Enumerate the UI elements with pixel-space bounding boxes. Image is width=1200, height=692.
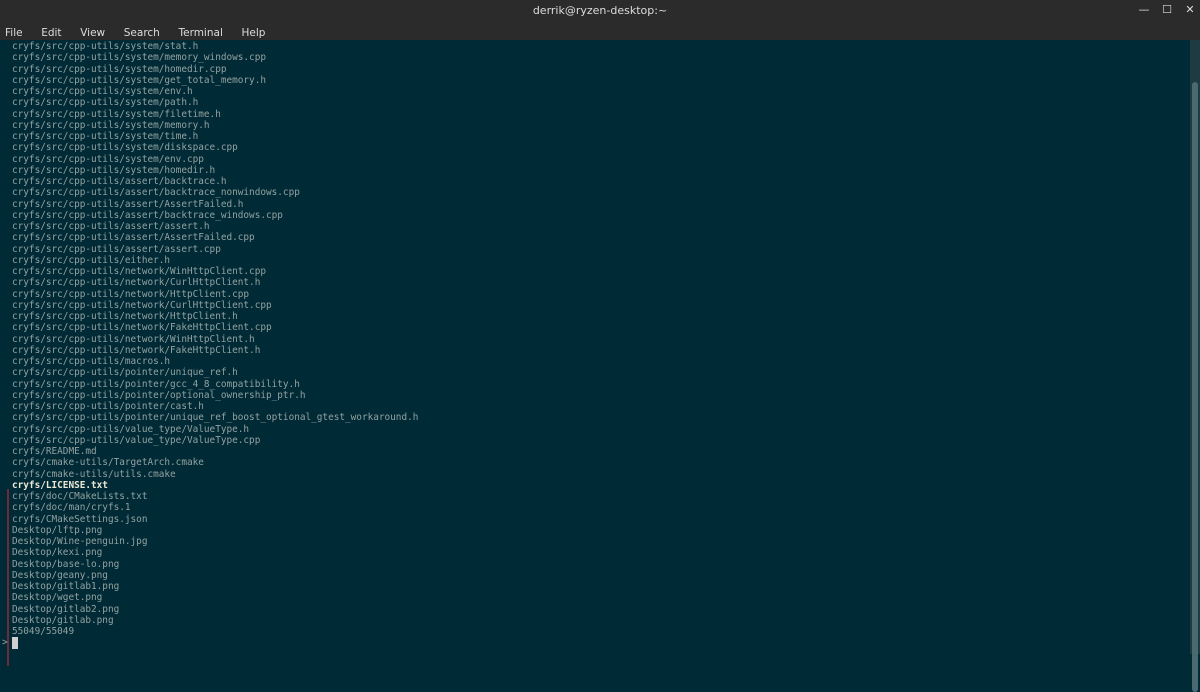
file-list-line: cryfs/src/cpp-utils/pointer/unique_ref_b… <box>12 412 419 424</box>
file-list-line: cryfs/src/cpp-utils/assert/backtrace.h <box>12 176 227 187</box>
file-list-line: cryfs/README.md <box>12 446 97 457</box>
scrollbar-thumb[interactable] <box>1192 82 1198 692</box>
prompt-symbol: > <box>2 637 8 648</box>
file-list-line: cryfs/src/cpp-utils/pointer/cast.h <box>12 401 204 412</box>
file-list-line: cryfs/src/cpp-utils/pointer/unique_ref.h <box>12 367 238 379</box>
file-list-line: Desktop/wget.png <box>12 592 103 604</box>
file-list-line: cryfs/src/cpp-utils/network/WinHttpClien… <box>12 333 255 345</box>
maximize-icon[interactable]: ☐ <box>1159 2 1175 18</box>
file-list-line: cryfs/src/cpp-utils/system/filetime.h <box>12 108 221 120</box>
file-list-line: cryfs/cmake-utils/TargetArch.cmake <box>12 457 204 469</box>
file-list-line: Desktop/base-lo.png <box>12 558 120 570</box>
file-list-line: cryfs/CMakeSettings.json <box>12 513 148 525</box>
file-list-line: cryfs/src/cpp-utils/system/memory_window… <box>12 52 266 64</box>
file-list-line: cryfs/src/cpp-utils/assert/AssertFailed.… <box>12 198 244 210</box>
menu-file[interactable]: File <box>5 24 23 39</box>
file-list-line: cryfs/src/cpp-utils/system/path.h <box>12 97 199 109</box>
window-title: derrik@ryzen-desktop:~ <box>532 4 668 17</box>
selected-file-line: cryfs/LICENSE.txt <box>12 479 108 491</box>
file-list-line: Desktop/kexi.png <box>12 547 103 559</box>
menu-view[interactable]: View <box>80 24 105 39</box>
file-list-line: cryfs/src/cpp-utils/assert/backtrace_win… <box>12 209 283 221</box>
menu-help[interactable]: Help <box>242 24 266 39</box>
file-list-line: Desktop/geany.png <box>12 569 108 581</box>
scrollbar[interactable] <box>1190 40 1200 692</box>
file-list-line: cryfs/src/cpp-utils/network/HttpClient.h <box>12 311 238 322</box>
file-list-line: cryfs/src/cpp-utils/value_type/ValueType… <box>12 423 250 435</box>
file-list-line: Desktop/Wine-penguin.jpg <box>12 536 148 547</box>
terminal-output[interactable]: cryfs/src/cpp-utils/system/stat.h cryfs/s… <box>0 40 1190 666</box>
file-list-line: cryfs/src/cpp-utils/system/env.cpp <box>12 153 204 165</box>
file-list-line: Desktop/gitlab1.png <box>12 581 120 592</box>
file-list-line: cryfs/src/cpp-utils/value_type/ValueType… <box>12 434 261 446</box>
file-list-line: cryfs/doc/CMakeLists.txt <box>12 491 148 502</box>
file-list-line: cryfs/src/cpp-utils/system/diskspace.cpp <box>12 142 238 154</box>
file-list-line: cryfs/src/cpp-utils/network/WinHttpClien… <box>12 266 266 277</box>
file-list-line: cryfs/src/cpp-utils/network/CurlHttpClie… <box>12 277 261 289</box>
file-list-line: cryfs/src/cpp-utils/network/CurlHttpClie… <box>12 299 272 311</box>
file-list-line: cryfs/src/cpp-utils/pointer/gcc_4_8_comp… <box>12 378 300 390</box>
minimize-icon[interactable]: — <box>1136 2 1152 18</box>
file-list-line: cryfs/src/cpp-utils/assert/backtrace_non… <box>12 187 300 199</box>
file-list-line: cryfs/src/cpp-utils/system/env.h <box>12 86 193 97</box>
file-list-line: cryfs/src/cpp-utils/system/homedir.cpp <box>12 63 227 75</box>
menu-bar: File Edit View Search Terminal Help <box>0 21 1200 41</box>
file-list-line: cryfs/src/cpp-utils/system/stat.h <box>12 41 199 52</box>
file-list-line: cryfs/src/cpp-utils/macros.h <box>12 356 171 367</box>
file-list-line: cryfs/src/cpp-utils/system/get_total_mem… <box>12 74 266 86</box>
match-count: 55049/55049 <box>12 626 75 637</box>
file-list-line: cryfs/src/cpp-utils/pointer/optional_own… <box>12 389 306 401</box>
file-list-line: cryfs/src/cpp-utils/network/HttpClient.c… <box>12 288 250 300</box>
file-list-line: cryfs/src/cpp-utils/assert/assert.h <box>12 221 210 232</box>
close-icon[interactable]: ✕ <box>1182 2 1198 18</box>
file-list: cryfs/src/cpp-utils/system/stat.h cryfs/s… <box>12 41 1172 626</box>
file-list-line: cryfs/src/cpp-utils/system/homedir.h <box>12 164 216 176</box>
window-titlebar: derrik@ryzen-desktop:~ — ☐ ✕ <box>0 0 1200 21</box>
menu-terminal[interactable]: Terminal <box>178 24 222 39</box>
file-list-line: cryfs/src/cpp-utils/network/FakeHttpClie… <box>12 344 261 356</box>
file-list-line: Desktop/gitlab2.png <box>12 603 120 615</box>
menu-edit[interactable]: Edit <box>41 24 61 39</box>
file-list-line: cryfs/doc/man/cryfs.1 <box>12 502 131 514</box>
file-list-line: cryfs/src/cpp-utils/network/FakeHttpClie… <box>12 322 272 334</box>
menu-search[interactable]: Search <box>124 24 160 39</box>
file-list-line: Desktop/gitlab.png <box>12 614 114 626</box>
file-list-line: cryfs/src/cpp-utils/system/time.h <box>12 131 199 142</box>
file-list-line: cryfs/src/cpp-utils/assert/assert.cpp <box>12 243 221 255</box>
file-list-line: cryfs/src/cpp-utils/either.h <box>12 254 171 266</box>
text-cursor[interactable] <box>12 637 18 649</box>
file-list-line: cryfs/src/cpp-utils/system/memory.h <box>12 119 210 131</box>
file-list-line: cryfs/cmake-utils/utils.cmake <box>12 468 176 480</box>
file-list-line: cryfs/src/cpp-utils/assert/AssertFailed.… <box>12 232 255 244</box>
file-list-line: Desktop/lftp.png <box>12 524 103 536</box>
